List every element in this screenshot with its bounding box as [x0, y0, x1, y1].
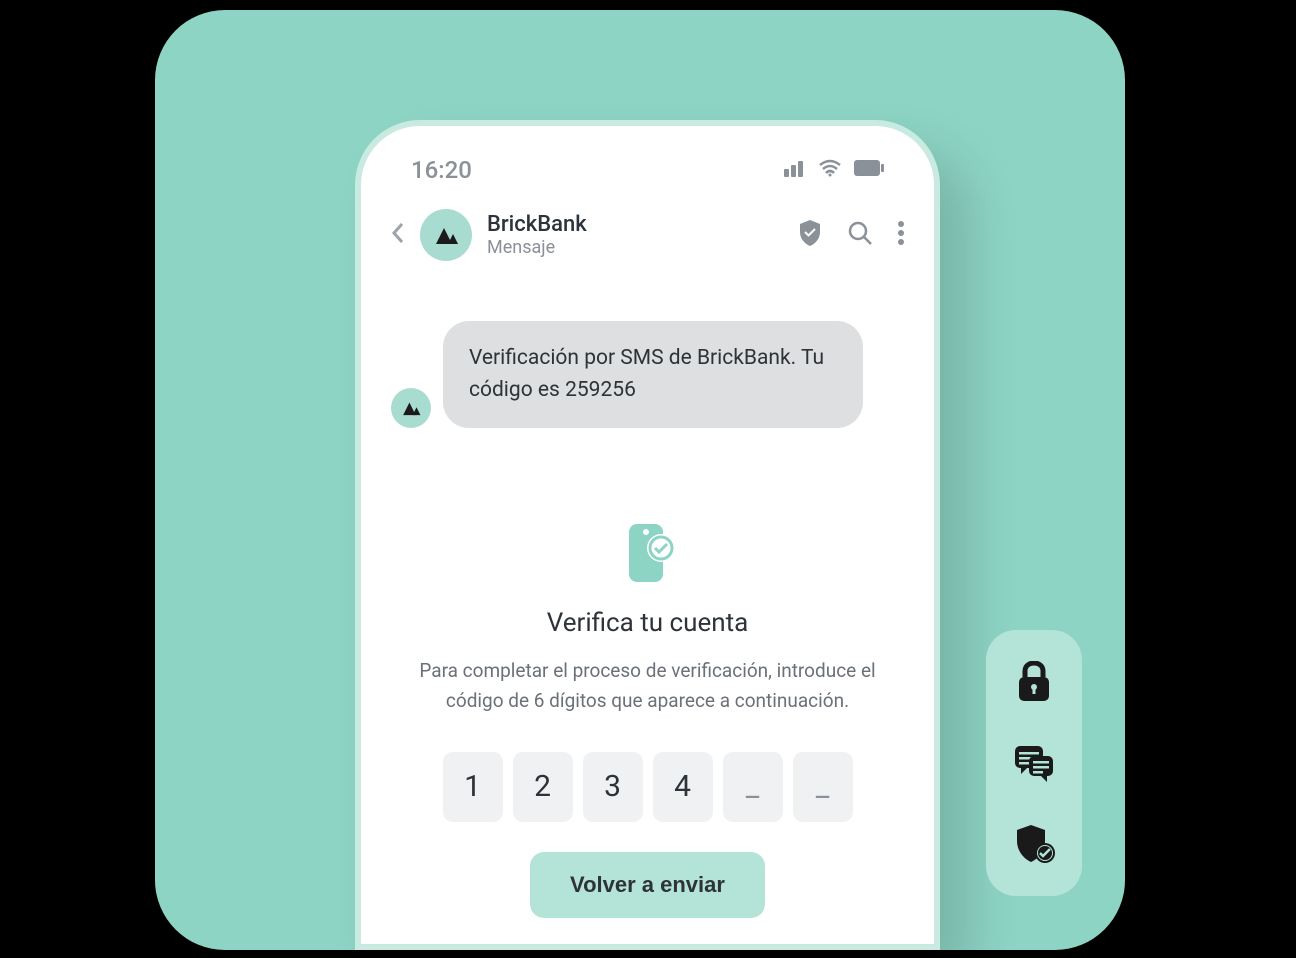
- side-button-panel: [986, 630, 1082, 896]
- search-icon[interactable]: [847, 220, 873, 250]
- code-digit-2[interactable]: 2: [513, 752, 573, 822]
- header-actions: [798, 220, 904, 250]
- code-digit-1[interactable]: 1: [443, 752, 503, 822]
- verify-section: Verifica tu cuenta Para completar el pro…: [361, 458, 934, 918]
- status-bar: 16:20: [361, 126, 934, 184]
- message-row: Verificación por SMS de BrickBank. Tu có…: [361, 281, 934, 458]
- sender-avatar[interactable]: [420, 209, 472, 261]
- phone-frame: 16:20 BrickBank Mensaje: [355, 120, 940, 950]
- chat-header: BrickBank Mensaje: [361, 184, 934, 281]
- more-menu-icon[interactable]: [898, 221, 904, 249]
- sender-subtitle: Mensaje: [487, 237, 783, 258]
- code-digit-5[interactable]: _: [723, 752, 783, 822]
- sender-name: BrickBank: [487, 212, 783, 237]
- verify-description: Para completar el proceso de verificació…: [401, 656, 894, 717]
- chat-icon[interactable]: [1013, 742, 1055, 784]
- status-time: 16:20: [411, 156, 472, 184]
- code-inputs: 1 2 3 4 _ _: [401, 752, 894, 822]
- status-icons-group: [784, 159, 884, 181]
- sender-info: BrickBank Mensaje: [487, 212, 783, 258]
- code-digit-4[interactable]: 4: [653, 752, 713, 822]
- verify-title: Verifica tu cuenta: [401, 608, 894, 638]
- back-button[interactable]: [391, 222, 405, 249]
- message-avatar: [391, 388, 431, 428]
- shield-icon[interactable]: [798, 220, 822, 250]
- phone-check-icon: [613, 518, 683, 588]
- sms-message-bubble: Verificación por SMS de BrickBank. Tu có…: [443, 321, 863, 428]
- wifi-icon: [818, 159, 842, 181]
- code-digit-3[interactable]: 3: [583, 752, 643, 822]
- lock-icon[interactable]: [1013, 660, 1055, 702]
- signal-icon: [784, 159, 806, 181]
- resend-button[interactable]: Volver a enviar: [530, 852, 765, 918]
- code-digit-6[interactable]: _: [793, 752, 853, 822]
- shield-check-icon[interactable]: [1013, 824, 1055, 866]
- battery-icon: [854, 160, 884, 180]
